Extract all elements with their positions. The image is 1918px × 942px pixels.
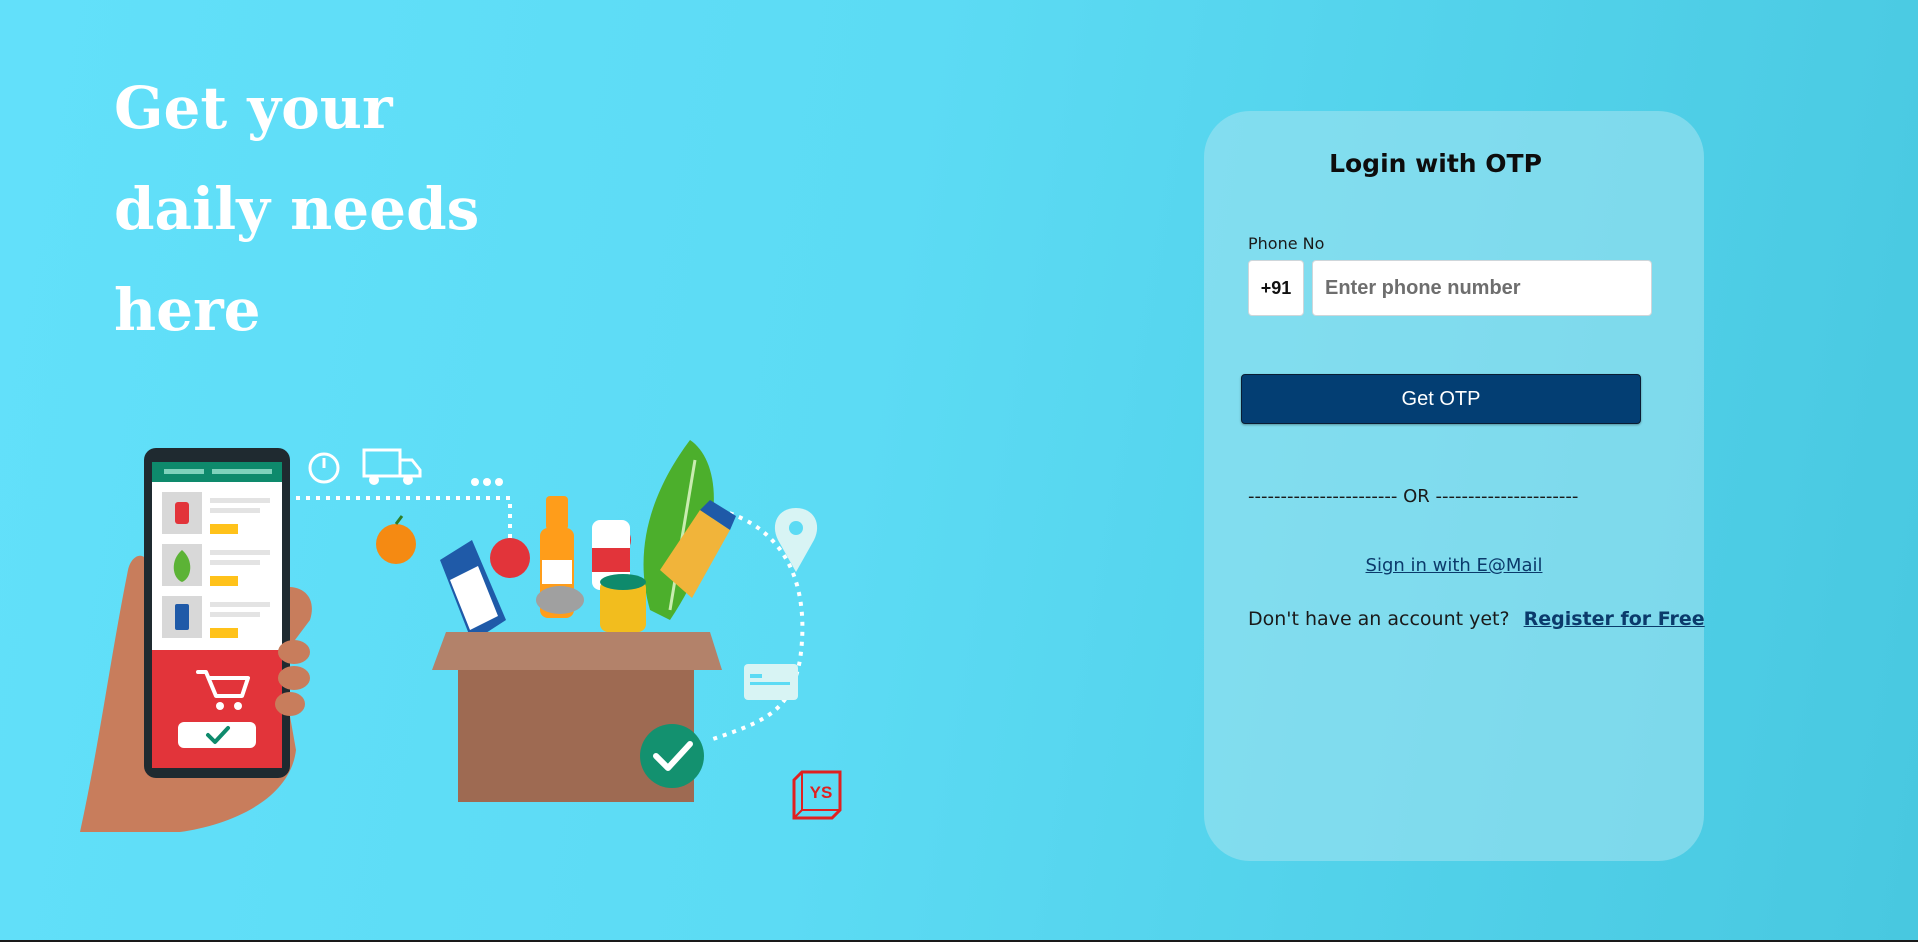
or-divider: ----------------------- OR -------------…	[1248, 486, 1579, 507]
phone-input[interactable]	[1312, 260, 1652, 316]
login-title: Login with OTP	[1329, 149, 1542, 178]
no-account-text: Don't have an account yet?	[1248, 608, 1510, 630]
get-otp-button[interactable]: Get OTP	[1241, 374, 1641, 424]
box-illustration	[432, 632, 722, 670]
location-pin-icon	[774, 508, 818, 572]
ys-logo-text: YS	[810, 783, 833, 802]
hero-title: Get your daily needs here	[114, 74, 480, 344]
login-card: Login with OTP Phone No +91 Get OTP ----…	[1204, 111, 1705, 861]
grocery-delivery-illustration: YS	[80, 440, 842, 832]
register-row: Don't have an account yet? Register for F…	[1248, 608, 1705, 630]
country-code: +91	[1248, 260, 1304, 316]
check-circle-icon	[640, 724, 704, 788]
phone-label: Phone No	[1248, 234, 1325, 253]
ys-logo: YS	[792, 770, 842, 820]
sign-in-email-link[interactable]: Sign in with E@Mail	[1204, 555, 1704, 576]
register-link[interactable]: Register for Free	[1524, 608, 1705, 630]
